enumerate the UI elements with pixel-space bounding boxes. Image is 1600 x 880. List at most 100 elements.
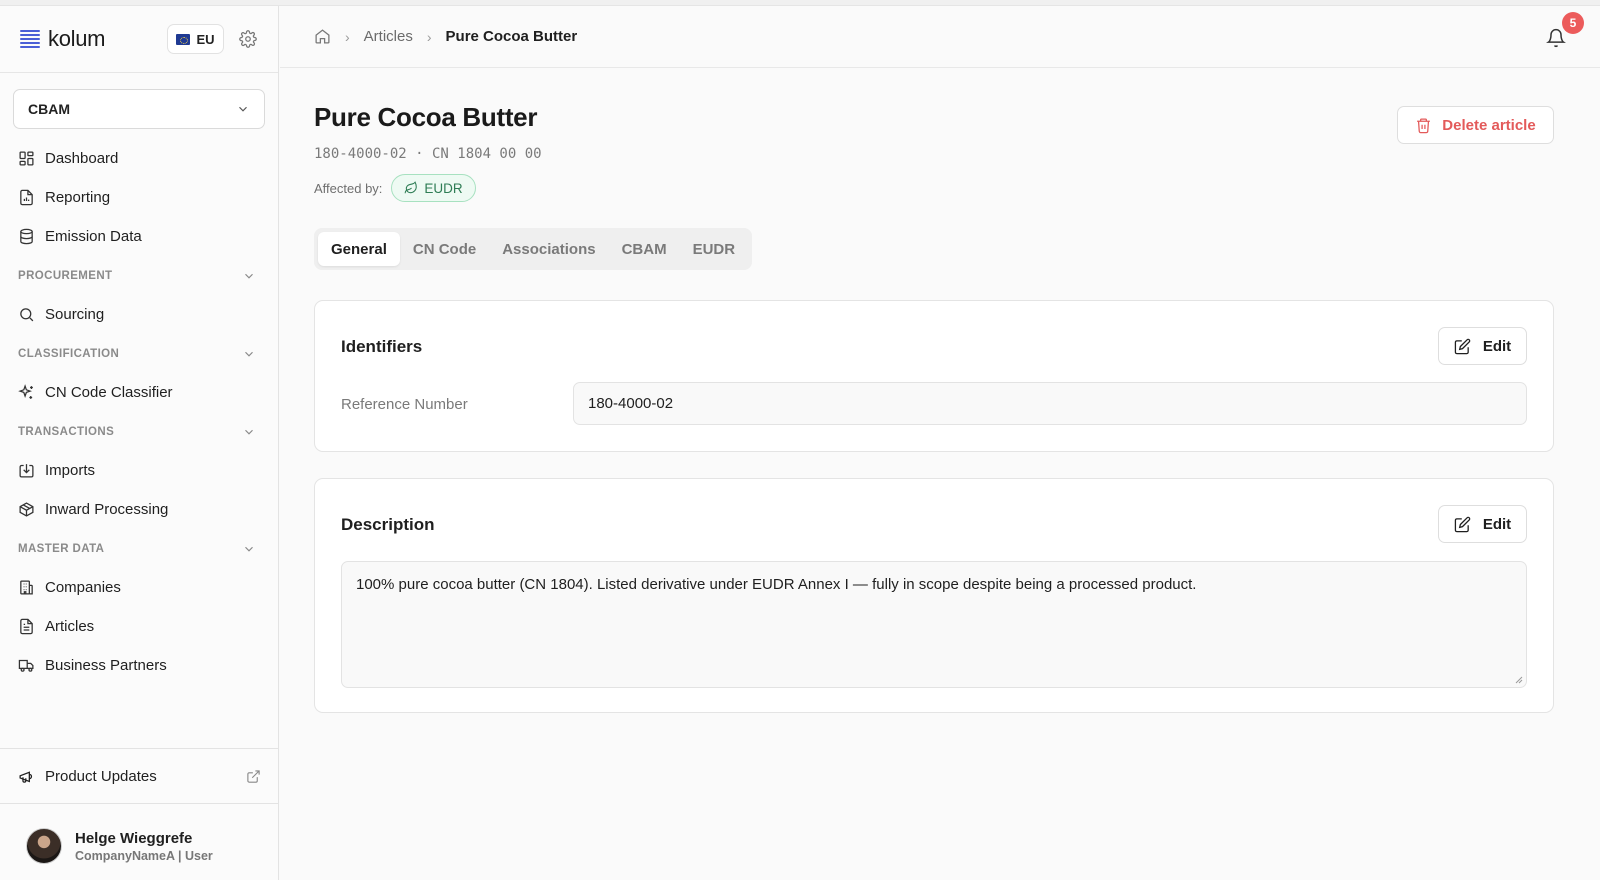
- sidebar-item-label: Imports: [45, 462, 96, 479]
- tab-cbam[interactable]: CBAM: [609, 232, 680, 266]
- sidebar-item-imports[interactable]: Imports: [0, 451, 278, 490]
- import-icon: [19, 464, 34, 478]
- section-transactions[interactable]: TRANSACTIONS: [0, 412, 278, 451]
- sidebar-item-dashboard[interactable]: Dashboard: [0, 139, 278, 178]
- chevron-down-icon: [245, 273, 253, 279]
- description-title: Description: [341, 515, 435, 534]
- article-meta: 180-4000-02 · CN 1804 00 00: [314, 146, 542, 162]
- gear-icon[interactable]: [239, 30, 257, 48]
- delete-article-label: Delete article: [1442, 116, 1536, 134]
- breadcrumb-separator-icon: ›: [426, 28, 432, 45]
- edit-label: Edit: [1482, 337, 1512, 355]
- external-link-icon: [247, 769, 260, 783]
- identifiers-title: Identifiers: [341, 337, 423, 356]
- sidebar-item-inward-processing[interactable]: Inward Processing: [0, 490, 278, 529]
- description-text: 100% pure cocoa butter (CN 1804). Listed…: [356, 576, 1197, 593]
- kolum-logo-icon: [20, 30, 40, 48]
- sidebar-item-label: Inward Processing: [45, 501, 169, 518]
- sidebar-item-label: Reporting: [45, 189, 111, 206]
- edit-icon: [1454, 338, 1471, 354]
- section-title: CLASSIFICATION: [18, 347, 120, 360]
- description-textarea[interactable]: 100% pure cocoa butter (CN 1804). Listed…: [341, 561, 1527, 688]
- product-updates-label: Product Updates: [45, 767, 157, 785]
- chevron-down-icon: [245, 351, 253, 357]
- edit-icon: [1454, 516, 1471, 532]
- chevron-down-icon: [245, 546, 253, 552]
- package-icon: [19, 502, 34, 517]
- edit-description-button[interactable]: Edit: [1438, 505, 1527, 543]
- eudr-badge-label: EUDR: [424, 180, 463, 196]
- section-title: TRANSACTIONS: [18, 425, 115, 438]
- notification-badge: 5: [1562, 12, 1584, 34]
- database-icon: [20, 228, 33, 245]
- section-title: MASTER DATA: [18, 542, 105, 555]
- affected-by-label: Affected by:: [314, 180, 383, 196]
- section-title: PROCUREMENT: [18, 269, 113, 282]
- user-company-role: CompanyNameA | User: [75, 848, 213, 863]
- edit-label: Edit: [1482, 515, 1512, 533]
- section-classification[interactable]: CLASSIFICATION: [0, 334, 278, 373]
- breadcrumb-separator-icon: ›: [345, 28, 350, 45]
- sidebar-item-reporting[interactable]: Reporting: [0, 178, 278, 217]
- identifiers-card: Identifiers Edit Reference Number 180-40…: [314, 300, 1554, 452]
- page-title: Pure Cocoa Butter: [314, 102, 538, 132]
- sidebar-item-emission-data[interactable]: Emission Data: [0, 217, 278, 256]
- file-chart-icon: [20, 189, 33, 206]
- eudr-badge: EUDR: [391, 174, 476, 202]
- sidebar-item-label: Articles: [45, 618, 95, 635]
- reference-number-label: Reference Number: [341, 396, 468, 413]
- module-select-value: CBAM: [28, 101, 70, 117]
- product-updates-link[interactable]: Product Updates: [0, 748, 279, 804]
- resize-handle-icon[interactable]: [1513, 674, 1523, 684]
- sparkles-icon: [18, 384, 33, 399]
- sidebar-item-cn-code-classifier[interactable]: CN Code Classifier: [0, 373, 278, 412]
- leaf-icon: [405, 181, 418, 194]
- search-icon: [20, 308, 34, 322]
- tab-eudr[interactable]: EUDR: [680, 232, 749, 266]
- sidebar: kolum EU CBAM Dashboard Reporting Emissi…: [0, 6, 279, 880]
- sidebar-item-sourcing[interactable]: Sourcing: [0, 295, 278, 334]
- sidebar-item-label: Companies: [45, 579, 121, 596]
- breadcrumb: › Articles › Pure Cocoa Butter: [314, 28, 577, 45]
- sidebar-nav: Dashboard Reporting Emission Data PROCUR…: [0, 139, 278, 685]
- sidebar-item-label: Business Partners: [45, 657, 167, 674]
- app-name[interactable]: kolum: [48, 26, 105, 52]
- sidebar-item-label: CN Code Classifier: [45, 384, 173, 401]
- section-master-data[interactable]: MASTER DATA: [0, 529, 278, 568]
- sidebar-item-articles[interactable]: Articles: [0, 607, 278, 646]
- sidebar-item-companies[interactable]: Companies: [0, 568, 278, 607]
- tab-associations[interactable]: Associations: [489, 232, 608, 266]
- trash-icon: [1417, 117, 1431, 133]
- megaphone-icon: [19, 770, 33, 783]
- chevron-down-icon: [239, 106, 247, 112]
- tab-cn-code[interactable]: CN Code: [400, 232, 489, 266]
- description-card: Description Edit 100% pure cocoa butter …: [314, 478, 1554, 713]
- home-icon[interactable]: [314, 28, 331, 45]
- breadcrumb-articles-link[interactable]: Articles: [364, 28, 413, 45]
- main-content: › Articles › Pure Cocoa Butter 5 Pure Co…: [280, 6, 1600, 880]
- reference-number-field[interactable]: 180-4000-02: [573, 382, 1527, 425]
- edit-identifiers-button[interactable]: Edit: [1438, 327, 1527, 365]
- file-text-icon: [20, 618, 33, 635]
- affected-by-row: Affected by: EUDR: [314, 174, 1554, 202]
- sidebar-item-label: Sourcing: [45, 306, 105, 323]
- sidebar-item-label: Emission Data: [45, 228, 142, 245]
- breadcrumb-current: Pure Cocoa Butter: [445, 28, 578, 45]
- section-procurement[interactable]: PROCUREMENT: [0, 256, 278, 295]
- chevron-down-icon: [245, 429, 253, 435]
- article-tabs: General CN Code Associations CBAM EUDR: [314, 228, 753, 270]
- bell-icon[interactable]: [1546, 28, 1566, 48]
- region-label: EU: [196, 31, 215, 47]
- truck-icon: [18, 659, 34, 672]
- article-detail: Pure Cocoa Butter 180-4000-02 · CN 1804 …: [314, 102, 1554, 713]
- sidebar-item-label: Dashboard: [45, 150, 119, 167]
- module-select[interactable]: CBAM: [13, 89, 265, 129]
- eu-flag-icon: [176, 33, 191, 45]
- sidebar-item-business-partners[interactable]: Business Partners: [0, 646, 278, 685]
- top-bar: › Articles › Pure Cocoa Butter 5: [280, 6, 1600, 68]
- avatar: [26, 828, 62, 864]
- region-selector[interactable]: EU: [167, 24, 224, 54]
- delete-article-button[interactable]: Delete article: [1397, 106, 1554, 144]
- tab-general[interactable]: General: [318, 232, 400, 266]
- user-profile[interactable]: Helge Wieggrefe CompanyNameA | User: [0, 811, 279, 880]
